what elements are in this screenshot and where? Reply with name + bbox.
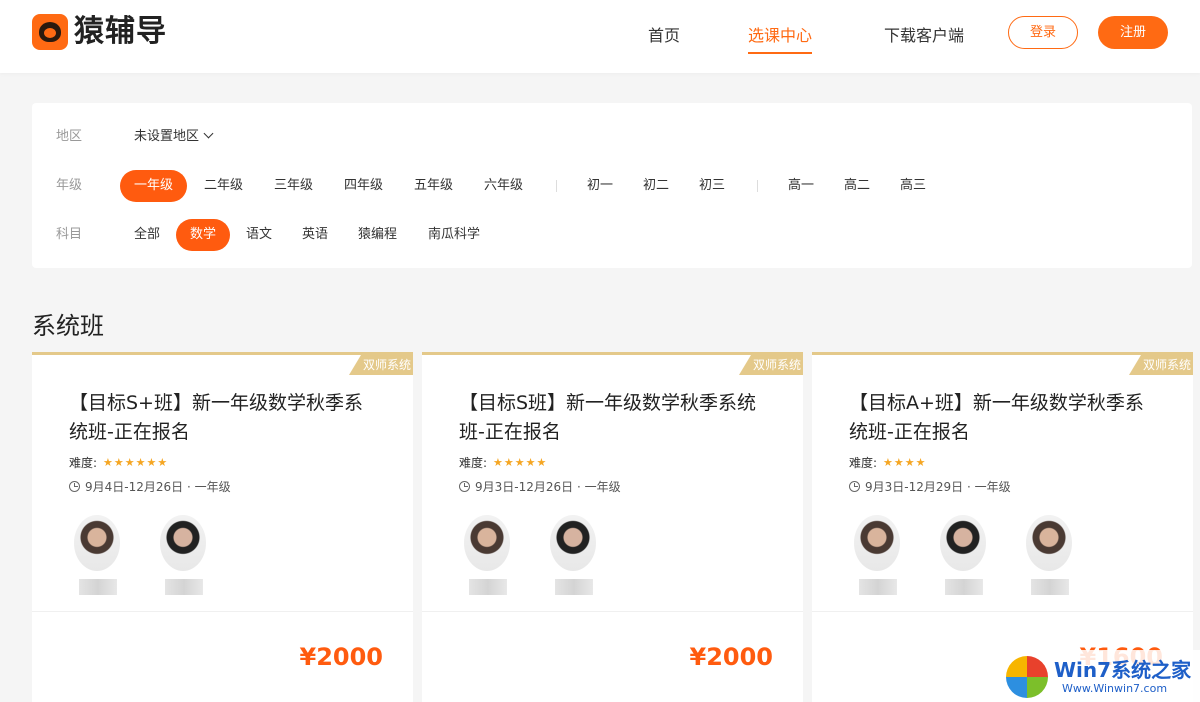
grade-separator [556,180,557,192]
grade-option-7[interactable]: 初一 [573,170,627,202]
subject-option-all[interactable]: 全部 [120,219,174,251]
course-dates: 9月3日-12月29日 · 一年级 [849,478,1011,495]
avatar [160,515,206,571]
windows-logo-icon [1006,656,1048,698]
difficulty: 难度: ★★★★ [849,454,927,471]
clock-icon [849,481,860,492]
avatar [74,515,120,571]
watermark-title: Win7系统之家 [1054,658,1192,682]
teacher-name [165,579,203,595]
course-card-2[interactable]: 双师系统 【目标S班】新一年级数学秋季系统班-正在报名 难度: ★★★★★ 9月3… [422,352,803,702]
grade-option-10[interactable]: 高一 [774,170,828,202]
grade-row: 年级 一年级 二年级 三年级 四年级 五年级 六年级 初一 初二 初三 高一 高… [32,170,1192,202]
region-row: 地区 未设置地区 [32,121,1192,153]
logo[interactable]: 猿辅导 [32,14,167,50]
grade-option-12[interactable]: 高三 [886,170,940,202]
course-price: ¥2000 [689,643,774,671]
region-label: 地区 [56,129,83,144]
subject-option-math[interactable]: 数学 [176,219,231,251]
teacher-name [469,579,507,595]
star-rating-icon: ★★★★★ [493,456,548,469]
grade-option-5[interactable]: 五年级 [400,170,467,202]
avatar [464,515,510,571]
subject-option-english[interactable]: 英语 [288,219,342,251]
subject-row: 科目 全部 数学 语文 英语 猿编程 南瓜科学 [32,219,1192,251]
card-divider [32,611,413,612]
teacher-name [555,579,593,595]
avatar [940,515,986,571]
grade-option-9[interactable]: 初三 [685,170,739,202]
dual-teacher-badge: 双师系统 [738,355,803,375]
avatar [1026,515,1072,571]
teacher[interactable] [849,515,905,595]
region-value: 未设置地区 [134,129,200,144]
course-dates-text: 9月3日-12月29日 · 一年级 [865,480,1011,494]
difficulty-label: 难度: [69,456,98,470]
grade-option-3[interactable]: 三年级 [260,170,327,202]
teacher[interactable] [1021,515,1077,595]
login-button[interactable]: 登录 [1008,16,1078,49]
teacher[interactable] [69,515,125,595]
difficulty: 难度: ★★★★★ [459,454,547,471]
grade-option-4[interactable]: 四年级 [330,170,397,202]
subject-option-science[interactable]: 南瓜科学 [414,219,494,251]
course-dates-text: 9月3日-12月26日 · 一年级 [475,480,621,494]
difficulty: 难度: ★★★★★★ [69,454,168,471]
teacher-name [79,579,117,595]
course-dates: 9月3日-12月26日 · 一年级 [459,478,621,495]
region-select[interactable]: 未设置地区 [134,121,214,153]
difficulty-label: 难度: [459,456,488,470]
nav-home[interactable]: 首页 [648,22,680,50]
clock-icon [459,481,470,492]
course-title[interactable]: 【目标A+班】新一年级数学秋季系统班-正在报名 [849,389,1159,447]
course-card-1[interactable]: 双师系统 【目标S+班】新一年级数学秋季系统班-正在报名 难度: ★★★★★★ 9… [32,352,413,702]
course-title[interactable]: 【目标S班】新一年级数学秋季系统班-正在报名 [459,389,769,447]
course-dates-text: 9月4日-12月26日 · 一年级 [85,480,231,494]
avatar [550,515,596,571]
grade-label: 年级 [56,178,83,193]
teacher[interactable] [935,515,991,595]
teacher[interactable] [459,515,515,595]
grade-option-6[interactable]: 六年级 [470,170,537,202]
top-header: 猿辅导 首页 选课中心 下载客户端 登录 注册 [0,0,1200,73]
star-rating-icon: ★★★★ [883,456,927,469]
grade-separator [757,180,758,192]
dual-teacher-badge: 双师系统 [1128,355,1193,375]
nav-download-client[interactable]: 下载客户端 [884,22,964,50]
section-title: 系统班 [32,312,104,340]
grade-option-2[interactable]: 二年级 [190,170,257,202]
course-price: ¥2000 [299,643,384,671]
avatar [854,515,900,571]
star-rating-icon: ★★★★★★ [103,456,169,469]
dual-teacher-badge: 双师系统 [348,355,413,375]
filter-panel: 地区 未设置地区 年级 一年级 二年级 三年级 四年级 五年级 六年级 初一 初… [32,103,1192,268]
chevron-down-icon [203,128,214,139]
card-divider [422,611,803,612]
register-button[interactable]: 注册 [1098,16,1168,49]
teacher[interactable] [545,515,601,595]
card-divider [812,611,1193,612]
logo-text: 猿辅导 [74,14,167,49]
subject-label: 科目 [56,227,83,242]
course-title[interactable]: 【目标S+班】新一年级数学秋季系统班-正在报名 [69,389,379,447]
watermark: Win7系统之家 Www.Winwin7.com [1002,650,1200,702]
clock-icon [69,481,80,492]
grade-option-1[interactable]: 一年级 [120,170,188,202]
teacher[interactable] [155,515,211,595]
teacher-name [859,579,897,595]
watermark-url: Www.Winwin7.com [1062,682,1168,695]
teacher-name [945,579,983,595]
nav-course-center[interactable]: 选课中心 [748,22,813,54]
grade-option-11[interactable]: 高二 [830,170,884,202]
monkey-logo-icon [32,14,68,50]
course-dates: 9月4日-12月26日 · 一年级 [69,478,231,495]
grade-option-8[interactable]: 初二 [629,170,683,202]
subject-option-chinese[interactable]: 语文 [232,219,286,251]
subject-option-programming[interactable]: 猿编程 [344,219,411,251]
difficulty-label: 难度: [849,456,878,470]
teacher-name [1031,579,1069,595]
